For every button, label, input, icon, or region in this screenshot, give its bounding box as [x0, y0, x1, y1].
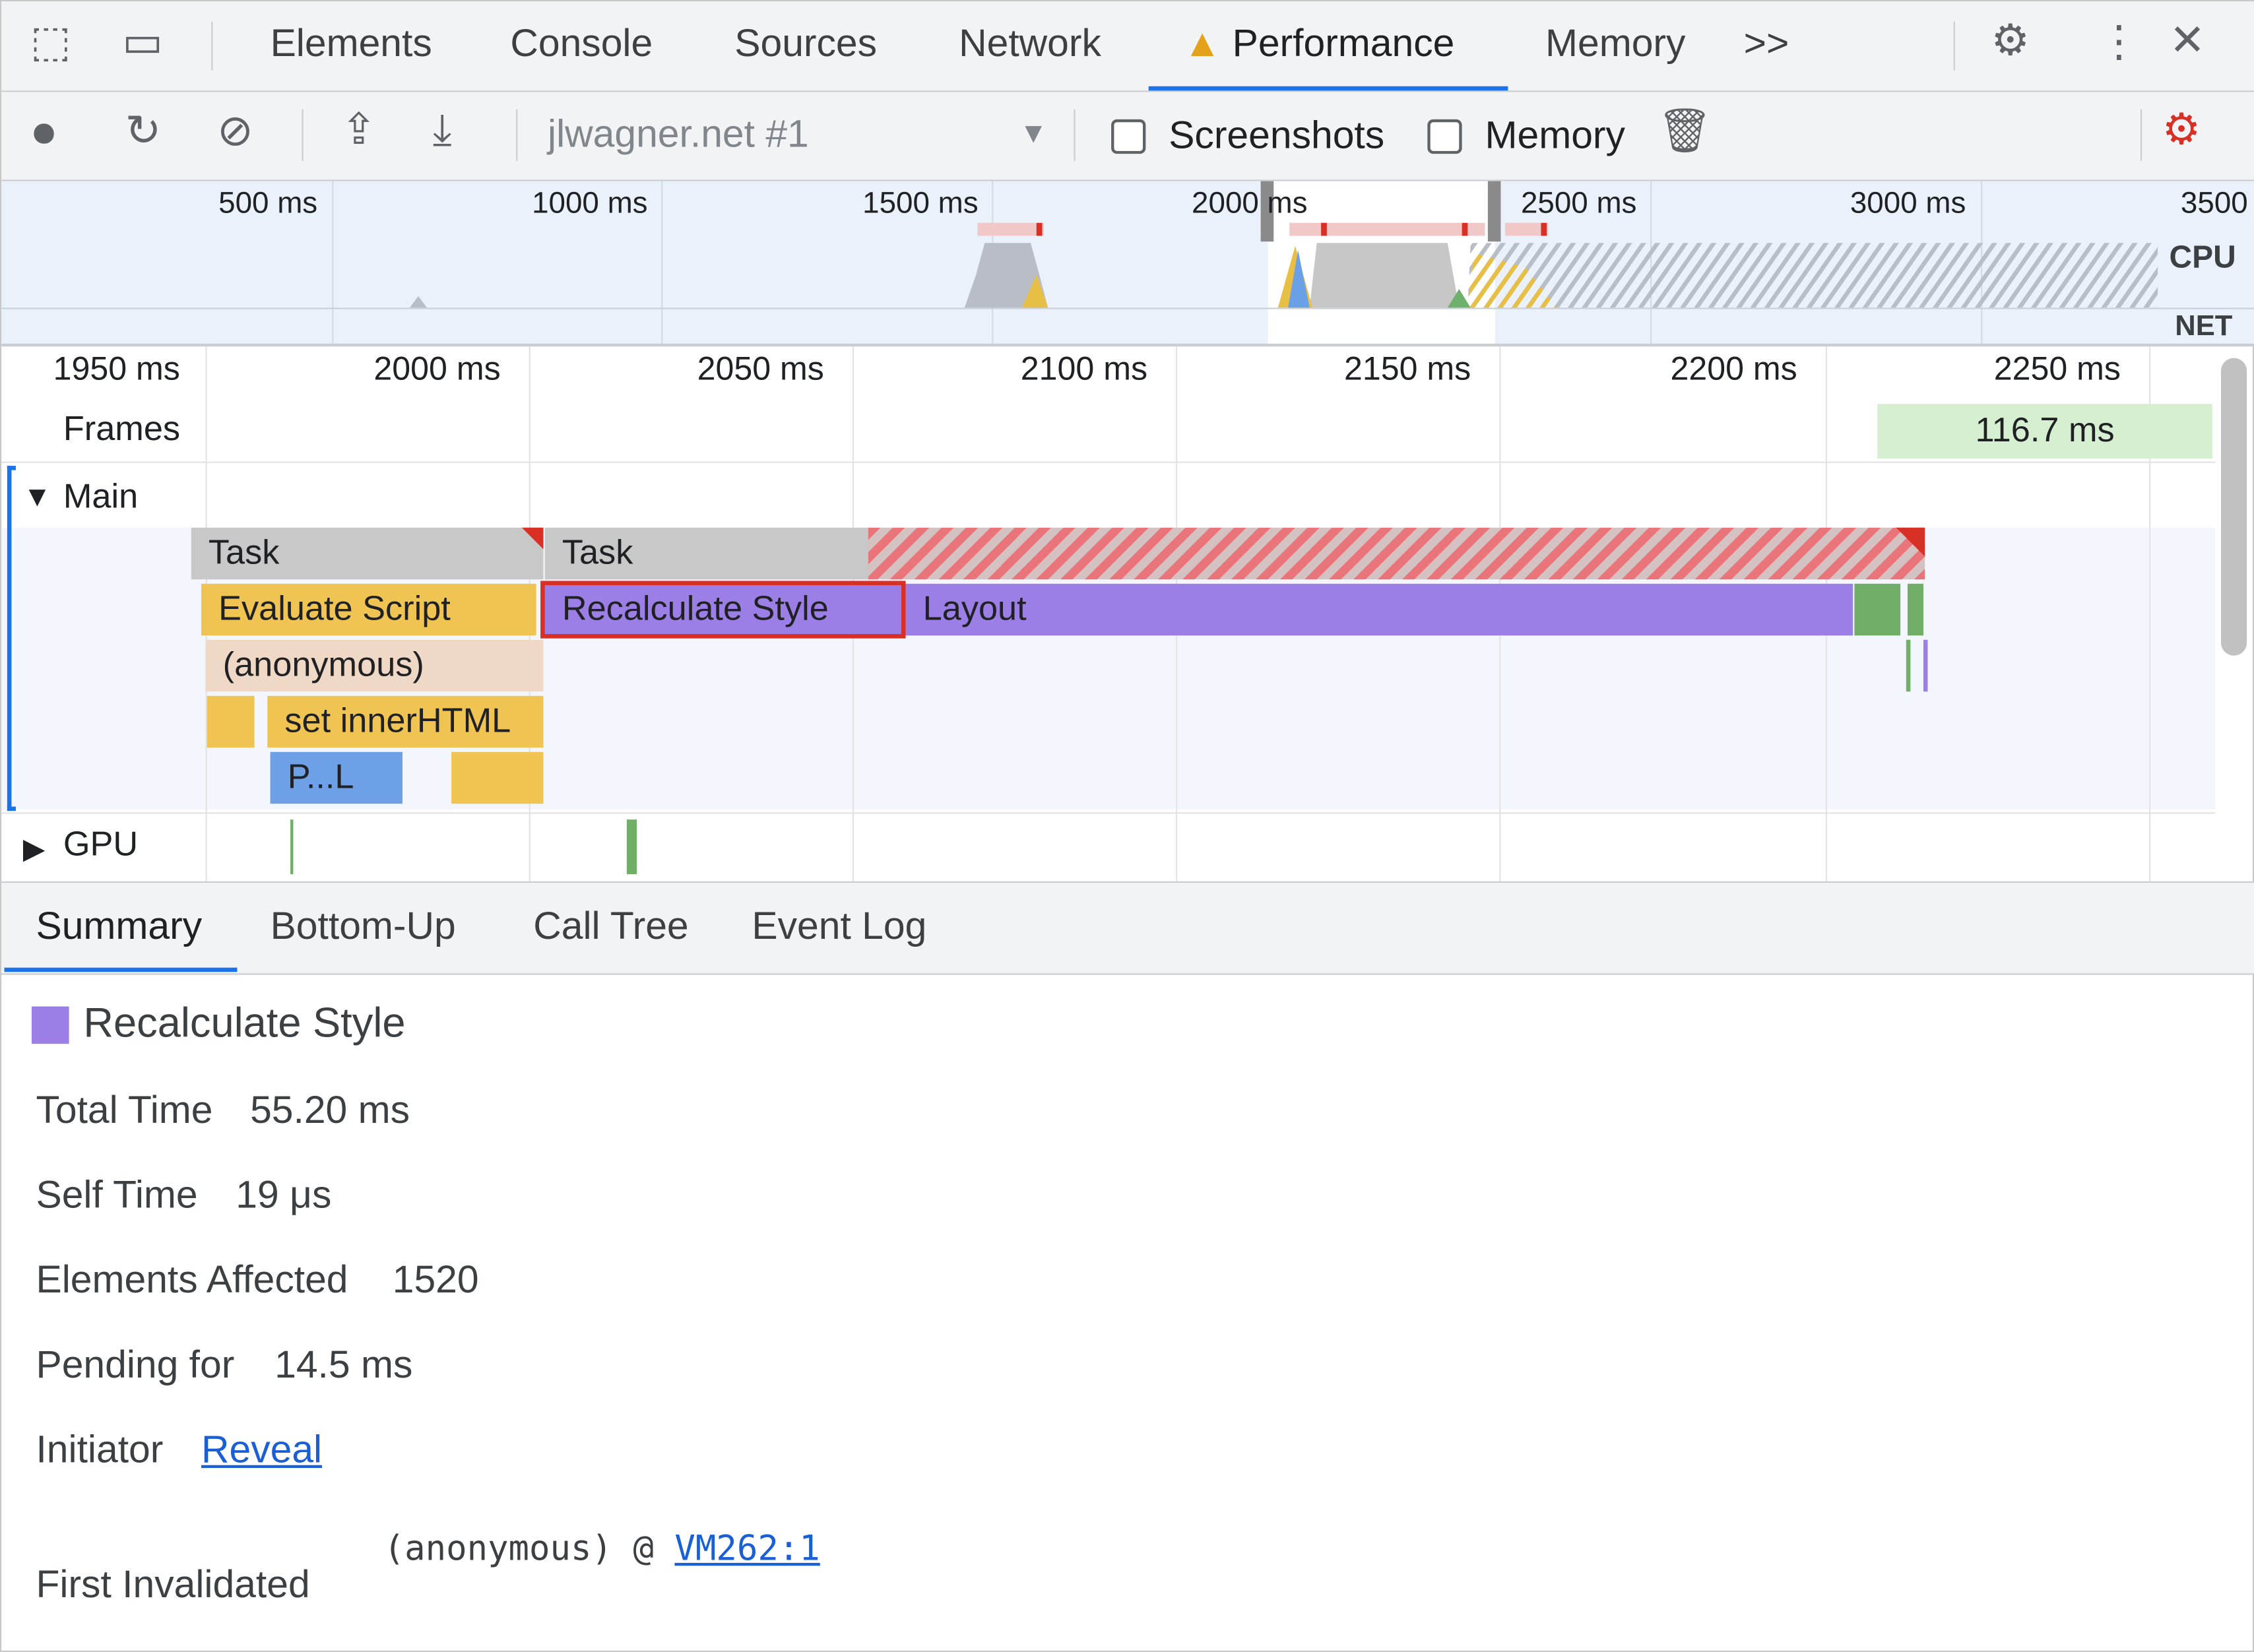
long-task-overtime: [868, 527, 1925, 580]
screenshots-checkbox[interactable]: [1111, 119, 1146, 154]
timeline-tick: 1950 ms: [53, 349, 180, 387]
main-track-label[interactable]: Main: [63, 478, 138, 518]
tab-memory[interactable]: Memory: [1545, 22, 1685, 67]
upload-icon[interactable]: ⇪: [340, 109, 377, 152]
main-track-bracket: [7, 466, 16, 811]
pending-for-label: Pending for: [36, 1343, 235, 1386]
capture-settings-gear-icon[interactable]: ⚙: [2162, 109, 2201, 152]
record-icon[interactable]: ⏺: [33, 111, 55, 155]
elements-affected-value: 1520: [392, 1257, 479, 1302]
task-bar[interactable]: Task: [191, 527, 544, 580]
gpu-track-label[interactable]: GPU: [63, 825, 138, 866]
net-label: NET: [2175, 310, 2233, 342]
set-innerhtml-bar[interactable]: set innerHTML: [267, 695, 544, 748]
devtools-tab-bar: ⬚ ▭ Elements Console Sources Network ▲ P…: [1, 1, 2254, 92]
gpu-task-bar[interactable]: [626, 819, 637, 875]
more-options-icon[interactable]: ⋮: [2098, 21, 2141, 65]
memory-label: Memory: [1485, 113, 1625, 157]
screenshots-label: Screenshots: [1169, 113, 1385, 157]
function-call-bar[interactable]: [451, 751, 544, 804]
total-time-value: 55.20 ms: [250, 1088, 410, 1132]
settings-gear-icon[interactable]: ⚙: [1991, 19, 2030, 63]
tab-elements[interactable]: Elements: [271, 22, 432, 67]
vertical-scrollbar[interactable]: [2220, 358, 2247, 656]
tab-event-log[interactable]: Event Log: [752, 905, 926, 949]
summary-title: Recalculate Style: [83, 1000, 406, 1047]
inspect-element-icon[interactable]: ⬚: [30, 21, 71, 65]
cpu-activity-graph: [409, 243, 2158, 308]
overview-tick: 1000 ms: [532, 187, 648, 220]
timeline-tick: 2200 ms: [1670, 349, 1797, 387]
garbage-collect-trash-icon[interactable]: 🗑: [1658, 110, 1712, 154]
long-task-marker: [1896, 527, 1925, 557]
paint-bar[interactable]: [1854, 583, 1901, 636]
total-time-label: Total Time: [36, 1088, 213, 1132]
selection-right-handle[interactable]: [1487, 181, 1501, 242]
expand-triangle-icon[interactable]: ▶: [23, 831, 46, 867]
self-time-value: 19 μs: [236, 1173, 332, 1217]
layout-bar[interactable]: Layout: [905, 583, 1853, 636]
collapse-triangle-icon[interactable]: ▼: [23, 482, 51, 515]
category-color-swatch: [31, 1006, 69, 1044]
device-toolbar-icon[interactable]: ▭: [122, 21, 163, 65]
tab-performance[interactable]: ▲ Performance: [1183, 22, 1454, 67]
gpu-task-bar[interactable]: [290, 819, 294, 875]
overview-tick: 2000 ms: [1192, 187, 1308, 220]
profile-select[interactable]: jlwagner.net #1 ▼: [548, 112, 1051, 161]
frames-track-label[interactable]: Frames: [63, 410, 180, 450]
active-tab-indicator: [4, 967, 238, 972]
tab-console[interactable]: Console: [510, 22, 653, 67]
pending-for-value: 14.5 ms: [274, 1343, 413, 1386]
timeline-overview[interactable]: 500 ms 1000 ms 1500 ms 2000 ms 2500 ms 3…: [1, 181, 2254, 347]
self-time-label: Self Time: [36, 1173, 198, 1217]
timeline-tick: 2100 ms: [1020, 349, 1147, 387]
overview-tick: 3500: [2180, 187, 2248, 220]
reload-record-icon[interactable]: ↻: [125, 110, 162, 154]
cpu-label: CPU: [2169, 238, 2236, 275]
evaluate-script-bar[interactable]: Evaluate Script: [201, 583, 536, 636]
timeline-tick: 2000 ms: [373, 349, 501, 387]
long-task-marker: [521, 527, 544, 550]
tab-bottom-up[interactable]: Bottom-Up: [271, 905, 456, 949]
tab-performance-label: Performance: [1232, 21, 1455, 65]
function-call-bar[interactable]: [207, 695, 255, 748]
anonymous-function-bar[interactable]: (anonymous): [205, 639, 544, 692]
overview-tick: 500 ms: [218, 187, 318, 220]
tab-network[interactable]: Network: [959, 22, 1101, 67]
overview-tick: 3000 ms: [1850, 187, 1966, 220]
parse-html-bar[interactable]: P...L: [270, 751, 403, 804]
first-invalidated-label: First Invalidated: [36, 1562, 310, 1606]
timeline-tick: 2250 ms: [1993, 349, 2121, 387]
tab-summary[interactable]: Summary: [36, 905, 202, 949]
tab-sources[interactable]: Sources: [734, 22, 877, 67]
initiator-reveal-link[interactable]: Reveal: [201, 1428, 322, 1473]
performance-toolbar: ⏺ ↻ ⊘ ⇪ ⤓ jlwagner.net #1 ▼ Screenshots …: [1, 92, 2254, 181]
task-bar[interactable]: Task: [544, 527, 870, 580]
profile-select-value: jlwagner.net #1: [548, 111, 809, 156]
dropdown-arrow-icon: ▼: [1019, 117, 1048, 150]
initiator-label: Initiator: [36, 1428, 164, 1471]
paint-bar[interactable]: [1908, 583, 1923, 636]
close-icon[interactable]: ✕: [2170, 19, 2206, 63]
tab-call-tree[interactable]: Call Tree: [533, 905, 688, 949]
timeline-tick: 2050 ms: [697, 349, 824, 387]
active-tab-indicator: [1148, 86, 1508, 91]
memory-checkbox[interactable]: [1427, 119, 1462, 154]
warning-icon: ▲: [1182, 21, 1222, 65]
first-invalidated-function: (anonymous) @: [383, 1528, 675, 1569]
recalculate-style-bar-selected[interactable]: Recalculate Style: [540, 581, 906, 639]
overview-tick: 2500 ms: [1520, 187, 1637, 220]
more-tabs-icon[interactable]: >>: [1744, 22, 1789, 67]
elements-affected-label: Elements Affected: [36, 1257, 348, 1302]
clear-icon[interactable]: ⊘: [217, 110, 253, 154]
timeline-tick: 2150 ms: [1343, 349, 1471, 387]
download-icon[interactable]: ⤓: [433, 109, 452, 152]
source-location-link[interactable]: VM262:1: [674, 1529, 820, 1569]
overview-tick: 1500 ms: [862, 187, 979, 220]
frame-bar[interactable]: 116.7 ms: [1877, 404, 2212, 459]
